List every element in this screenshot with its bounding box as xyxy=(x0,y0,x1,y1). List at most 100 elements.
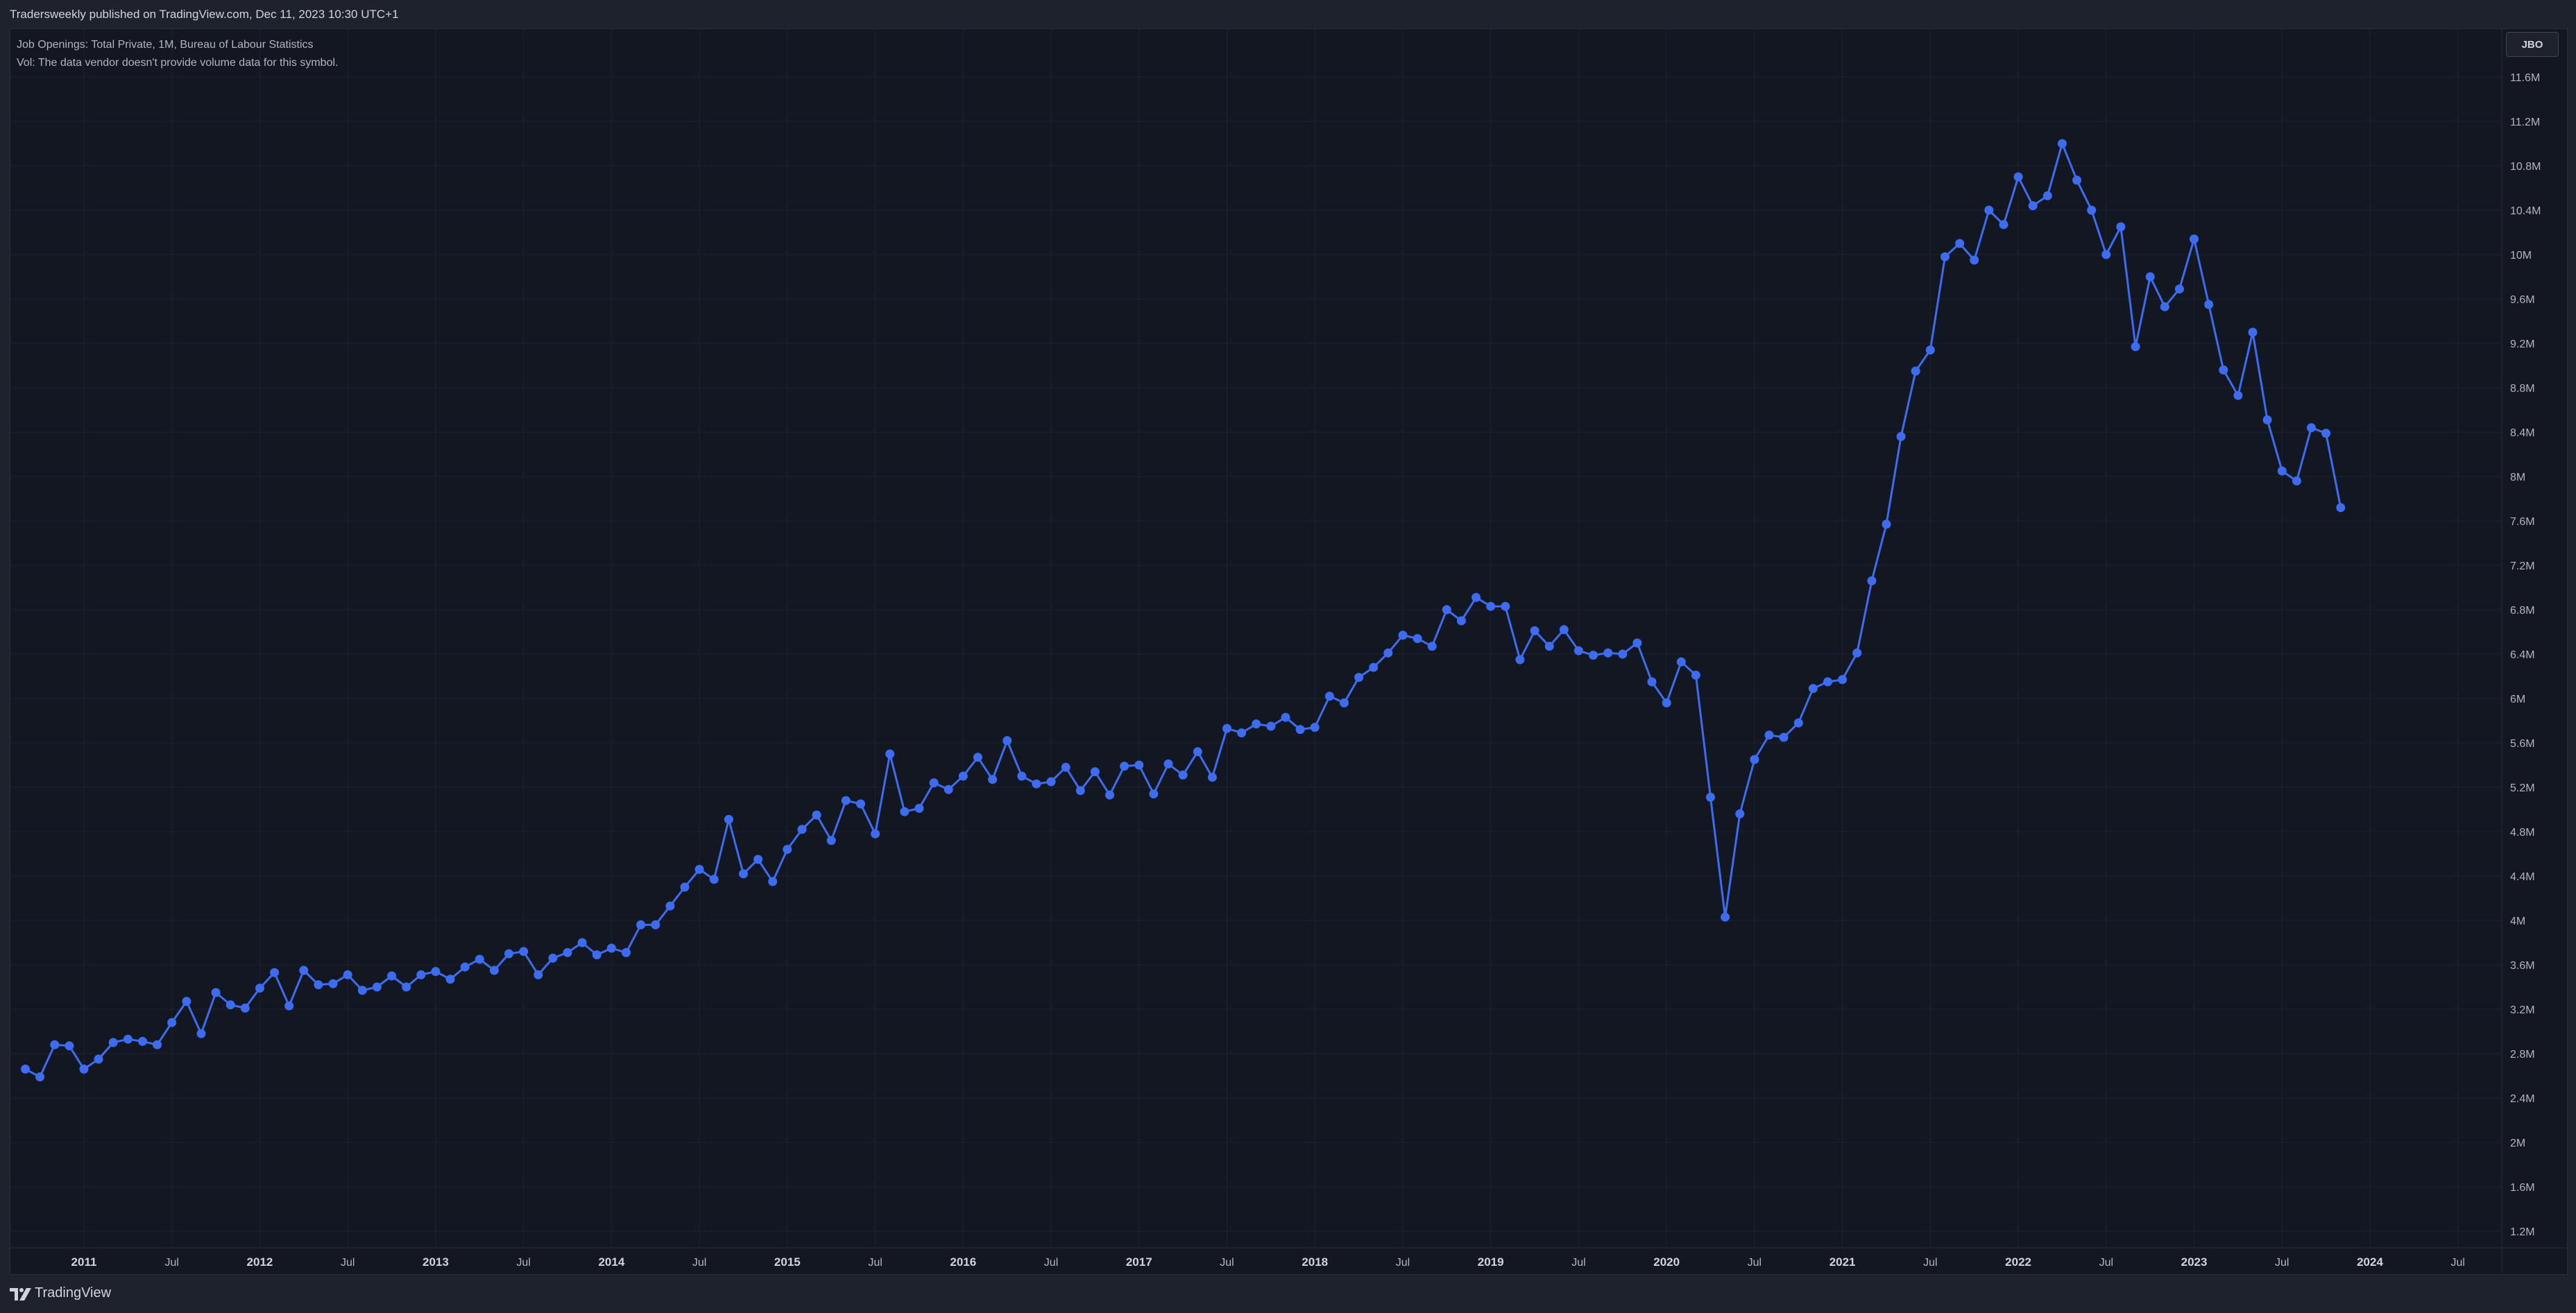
data-point[interactable] xyxy=(973,753,982,762)
data-point[interactable] xyxy=(489,966,499,975)
data-point[interactable] xyxy=(1882,520,1891,529)
data-point[interactable] xyxy=(299,966,309,975)
data-point[interactable] xyxy=(123,1034,133,1044)
data-point[interactable] xyxy=(988,775,998,784)
data-point[interactable] xyxy=(2145,272,2155,282)
data-point[interactable] xyxy=(2233,391,2243,400)
data-point[interactable] xyxy=(1252,719,1261,729)
data-point[interactable] xyxy=(1764,730,1774,740)
data-point[interactable] xyxy=(2292,476,2301,486)
data-point[interactable] xyxy=(167,1018,177,1027)
data-point[interactable] xyxy=(1530,626,1539,635)
data-point[interactable] xyxy=(211,988,221,997)
data-point[interactable] xyxy=(1589,651,1598,660)
data-point[interactable] xyxy=(284,1001,294,1011)
data-point[interactable] xyxy=(2219,365,2228,375)
data-point[interactable] xyxy=(606,943,616,953)
data-point[interactable] xyxy=(929,778,939,788)
data-point[interactable] xyxy=(2336,503,2346,513)
data-point[interactable] xyxy=(914,803,924,813)
data-point[interactable] xyxy=(2087,205,2097,215)
data-point[interactable] xyxy=(944,784,953,794)
data-point[interactable] xyxy=(1735,809,1745,818)
data-point[interactable] xyxy=(1486,601,1496,611)
data-point[interactable] xyxy=(958,771,968,781)
data-point[interactable] xyxy=(1940,252,1950,261)
data-point[interactable] xyxy=(2190,234,2199,244)
data-point[interactable] xyxy=(1618,649,1628,659)
line-chart[interactable]: 1.2M 1.6M 2M 2.4M 2.8M 3.2M 3.6M 4M 4.4M 4.8M 5.2M… xyxy=(0,0,2576,1313)
data-point[interactable] xyxy=(372,982,382,992)
x-axis[interactable]: 2011 Jul 2012 Jul 2013 Jul 2014 Jul 2015 Jul 2016 J… xyxy=(71,1255,2465,1269)
data-point[interactable] xyxy=(2131,342,2140,352)
data-point[interactable] xyxy=(65,1041,74,1051)
data-point[interactable] xyxy=(1281,712,1290,722)
data-point[interactable] xyxy=(1105,790,1114,800)
data-point[interactable] xyxy=(1354,673,1364,683)
data-point[interactable] xyxy=(35,1072,45,1082)
data-point[interactable] xyxy=(1573,646,1583,655)
data-point[interactable] xyxy=(753,855,763,864)
data-point[interactable] xyxy=(255,984,264,993)
data-point[interactable] xyxy=(1222,723,1231,733)
data-point[interactable] xyxy=(1823,677,1832,687)
data-point[interactable] xyxy=(665,901,675,911)
data-point[interactable] xyxy=(841,796,851,805)
data-point[interactable] xyxy=(1544,642,1554,651)
data-point[interactable] xyxy=(343,970,352,979)
data-point[interactable] xyxy=(431,967,441,977)
data-point[interactable] xyxy=(1501,601,1510,611)
data-point[interactable] xyxy=(548,953,558,963)
data-point[interactable] xyxy=(826,836,836,846)
data-point[interactable] xyxy=(871,829,880,839)
data-point[interactable] xyxy=(79,1064,89,1074)
data-point[interactable] xyxy=(1017,771,1027,781)
data-point[interactable] xyxy=(1515,655,1525,664)
data-point[interactable] xyxy=(1046,777,1056,787)
data-point[interactable] xyxy=(1149,789,1159,799)
data-point[interactable] xyxy=(445,975,455,984)
data-point[interactable] xyxy=(1324,692,1334,701)
data-point[interactable] xyxy=(1793,718,1803,728)
data-point[interactable] xyxy=(2013,172,2023,182)
data-point[interactable] xyxy=(1911,366,1920,376)
data-point[interactable] xyxy=(196,1029,206,1038)
data-point[interactable] xyxy=(1808,684,1818,694)
data-point[interactable] xyxy=(1852,648,1862,658)
data-point[interactable] xyxy=(2321,429,2331,438)
data-point[interactable] xyxy=(1061,762,1071,772)
data-point[interactable] xyxy=(2248,327,2258,337)
data-point[interactable] xyxy=(1970,255,1979,265)
data-point[interactable] xyxy=(314,980,323,990)
data-point[interactable] xyxy=(1369,662,1379,672)
data-point[interactable] xyxy=(1896,431,1906,441)
data-point[interactable] xyxy=(1032,779,1041,789)
data-point[interactable] xyxy=(1632,638,1642,648)
data-point[interactable] xyxy=(2028,201,2038,211)
data-point[interactable] xyxy=(94,1054,103,1064)
data-point[interactable] xyxy=(2204,300,2214,309)
data-point[interactable] xyxy=(1779,732,1789,742)
data-point[interactable] xyxy=(519,947,529,956)
data-point[interactable] xyxy=(1398,630,1408,640)
data-point[interactable] xyxy=(900,807,910,816)
data-point[interactable] xyxy=(138,1036,147,1046)
symbol-label[interactable]: JBO xyxy=(2506,32,2559,57)
data-point[interactable] xyxy=(1442,605,1451,615)
data-point[interactable] xyxy=(739,869,748,879)
data-point[interactable] xyxy=(504,949,513,959)
data-point[interactable] xyxy=(2262,415,2272,424)
data-point[interactable] xyxy=(1984,205,1994,215)
data-point[interactable] xyxy=(1237,728,1247,738)
data-point[interactable] xyxy=(577,938,587,947)
data-point[interactable] xyxy=(50,1040,60,1049)
data-point[interactable] xyxy=(328,979,338,988)
data-point[interactable] xyxy=(797,825,807,834)
data-point[interactable] xyxy=(1559,625,1569,635)
data-point[interactable] xyxy=(240,1003,250,1013)
data-point[interactable] xyxy=(1134,760,1144,770)
data-point[interactable] xyxy=(1706,792,1715,802)
data-point[interactable] xyxy=(2101,250,2111,259)
data-point[interactable] xyxy=(1867,576,1877,585)
data-point[interactable] xyxy=(534,970,543,979)
